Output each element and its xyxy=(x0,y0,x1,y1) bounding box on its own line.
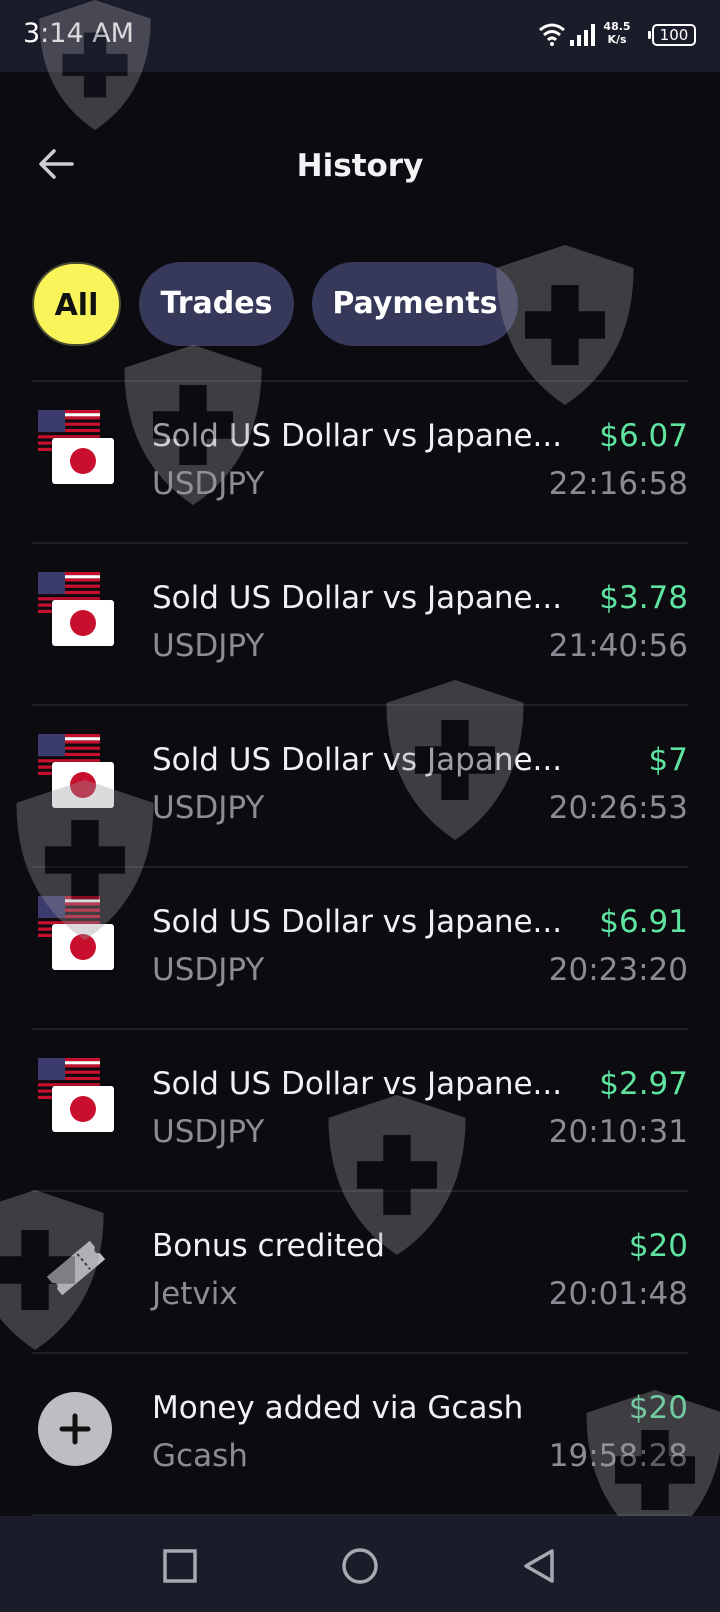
transaction-amount: $3.78 xyxy=(599,580,688,616)
transaction-amount: $6.91 xyxy=(599,904,688,940)
filter-chip-trades[interactable]: Trades xyxy=(139,262,294,346)
transaction-amount: $6.07 xyxy=(599,418,688,454)
usd-jpy-flags-icon xyxy=(38,1058,114,1134)
status-bar: 3:14 AM 48.5 K/s 100 xyxy=(0,0,720,72)
wifi-icon xyxy=(539,23,565,46)
transaction-title: Sold US Dollar vs Japane... xyxy=(152,904,562,940)
transaction-amount: $20 xyxy=(628,1228,688,1264)
transaction-amount: $2.97 xyxy=(599,1066,688,1102)
japan-flag-icon xyxy=(52,600,114,646)
transaction-row[interactable]: Sold US Dollar vs Japane... USDJPY $2.97 20… xyxy=(32,1030,688,1190)
square-icon[interactable] xyxy=(160,1546,200,1586)
status-icons: 48.5 K/s 100 xyxy=(496,20,696,52)
plus-circle-icon xyxy=(38,1392,114,1468)
filter-chip-payments[interactable]: Payments xyxy=(312,262,518,346)
net-speed: 48.5 K/s xyxy=(601,20,633,46)
transaction-title: Sold US Dollar vs Japane... xyxy=(152,1066,562,1102)
transaction-subtitle: USDJPY xyxy=(152,790,265,826)
transaction-subtitle: USDJPY xyxy=(152,952,265,988)
transaction-subtitle: Jetvix xyxy=(152,1276,238,1312)
japan-flag-icon xyxy=(52,924,114,970)
transaction-row[interactable]: Money added via Gcash Gcash $20 19:58:28 xyxy=(32,1354,688,1514)
page-title: History xyxy=(296,148,424,184)
usd-jpy-flags-icon xyxy=(38,410,114,486)
transaction-time: 20:23:20 xyxy=(548,952,688,988)
transaction-row[interactable]: Sold US Dollar vs Japane... USDJPY $6.07 22… xyxy=(32,382,688,542)
transaction-time: 20:10:31 xyxy=(548,1114,688,1150)
transaction-subtitle: USDJPY xyxy=(152,466,265,502)
transaction-subtitle: USDJPY xyxy=(152,1114,265,1150)
transaction-row[interactable]: Bonus credited Jetvix $20 20:01:48 xyxy=(32,1192,688,1352)
circle-icon[interactable] xyxy=(340,1546,380,1586)
transaction-title: Bonus credited xyxy=(152,1228,385,1264)
japan-flag-icon xyxy=(52,1086,114,1132)
net-speed-value: 48.5 xyxy=(603,20,631,33)
transaction-title: Sold US Dollar vs Japane... xyxy=(152,742,562,778)
system-nav-bar xyxy=(0,1516,720,1612)
transaction-time: 20:01:48 xyxy=(548,1276,688,1312)
transaction-subtitle: USDJPY xyxy=(152,628,265,664)
header: History xyxy=(0,120,720,210)
battery-icon: 100 xyxy=(648,24,696,46)
transaction-time: 22:16:58 xyxy=(548,466,688,502)
transaction-title: Sold US Dollar vs Japane... xyxy=(152,580,562,616)
transaction-amount: $20 xyxy=(628,1390,688,1426)
transaction-time: 20:26:53 xyxy=(548,790,688,826)
transaction-title: Sold US Dollar vs Japane... xyxy=(152,418,562,454)
transaction-subtitle: Gcash xyxy=(152,1438,248,1474)
transaction-row[interactable]: Sold US Dollar vs Japane... USDJPY $7 20:26… xyxy=(32,706,688,866)
transaction-time: 21:40:56 xyxy=(548,628,688,664)
filter-chip-all[interactable]: All xyxy=(32,262,121,346)
transaction-amount: $7 xyxy=(648,742,688,778)
transaction-row[interactable]: Sold US Dollar vs Japane... USDJPY $3.78 21… xyxy=(32,544,688,704)
japan-flag-icon xyxy=(52,762,114,808)
transaction-title: Money added via Gcash xyxy=(152,1390,524,1426)
usd-jpy-flags-icon xyxy=(38,734,114,810)
triangle-back-icon[interactable] xyxy=(520,1546,560,1586)
net-speed-unit: K/s xyxy=(607,33,627,46)
circle-bg xyxy=(38,1392,112,1466)
transaction-time: 19:58:28 xyxy=(548,1438,688,1474)
signal-icon xyxy=(570,24,595,46)
usd-jpy-flags-icon xyxy=(38,896,114,972)
transaction-row[interactable]: Sold US Dollar vs Japane... USDJPY $6.91 20… xyxy=(32,868,688,1028)
status-time: 3:14 AM xyxy=(23,18,134,49)
japan-flag-icon xyxy=(52,438,114,484)
ticket-icon xyxy=(38,1230,114,1306)
ticket-shape xyxy=(46,1240,106,1296)
usd-jpy-flags-icon xyxy=(38,572,114,648)
